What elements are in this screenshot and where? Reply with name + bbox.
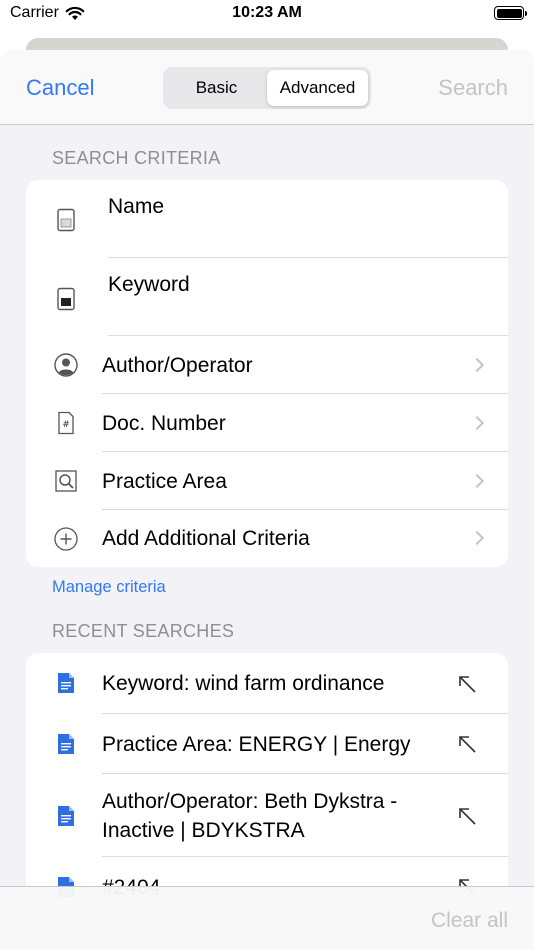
- search-button[interactable]: Search: [438, 75, 508, 101]
- recent-searches-header: RECENT SEARCHES: [52, 621, 235, 641]
- row-doc-number[interactable]: # Doc. Number: [26, 394, 508, 452]
- number-document-icon: #: [54, 411, 78, 435]
- bottom-toolbar: Clear all: [0, 886, 534, 950]
- person-circle-icon: [54, 353, 78, 377]
- document-field-icon: [54, 208, 78, 232]
- row-author-operator[interactable]: Author/Operator: [26, 336, 508, 394]
- name-field-label: Name: [108, 195, 165, 218]
- recent-search-text: Author/Operator: Beth Dykstra -: [102, 790, 398, 813]
- practice-area-label: Practice Area: [102, 470, 227, 493]
- recent-search-item[interactable]: Author/Operator: Beth Dykstra - Inactive…: [26, 774, 508, 857]
- document-icon: [54, 732, 78, 756]
- arrow-up-left-icon[interactable]: [456, 805, 478, 827]
- search-criteria-header: SEARCH CRITERIA: [52, 148, 221, 168]
- document-icon: [54, 804, 78, 828]
- segment-basic[interactable]: Basic: [166, 70, 267, 106]
- status-time: 10:23 AM: [232, 4, 302, 21]
- chevron-right-icon: [469, 415, 485, 431]
- plus-circle-icon: [54, 527, 78, 551]
- doc-number-label: Doc. Number: [102, 412, 226, 435]
- search-sheet: Cancel Basic Advanced Search SEARCH CRIT…: [0, 50, 534, 950]
- chevron-right-icon: [469, 530, 485, 546]
- cancel-button[interactable]: Cancel: [26, 75, 94, 101]
- arrow-up-left-icon[interactable]: [456, 673, 478, 695]
- document-icon: [54, 671, 78, 695]
- clear-all-button[interactable]: Clear all: [431, 909, 508, 933]
- segment-advanced[interactable]: Advanced: [267, 70, 368, 106]
- recent-search-text-line2: Inactive | BDYKSTRA: [102, 819, 305, 842]
- row-add-additional-criteria[interactable]: Add Additional Criteria: [26, 510, 508, 567]
- row-practice-area[interactable]: Practice Area: [26, 452, 508, 510]
- status-bar: Carrier 10:23 AM: [0, 0, 534, 30]
- recent-search-text: Keyword: wind farm ordinance: [102, 672, 385, 695]
- manage-criteria-link[interactable]: Manage criteria: [52, 578, 166, 597]
- name-field[interactable]: Name: [26, 180, 508, 258]
- keyword-field[interactable]: Keyword: [26, 258, 508, 336]
- add-additional-criteria-label: Add Additional Criteria: [102, 527, 310, 550]
- recent-search-text: Practice Area: ENERGY | Energy: [102, 733, 411, 756]
- chevron-right-icon: [469, 473, 485, 489]
- chevron-right-icon: [469, 357, 485, 373]
- author-operator-label: Author/Operator: [102, 354, 253, 377]
- battery-icon: [494, 6, 527, 20]
- recent-search-item[interactable]: Keyword: wind farm ordinance: [26, 653, 508, 714]
- svg-text:#: #: [62, 420, 70, 430]
- keyword-field-label: Keyword: [108, 273, 190, 296]
- search-mode-segmented-control: Basic Advanced: [163, 67, 371, 109]
- document-filled-icon: [54, 287, 78, 311]
- arrow-up-left-icon[interactable]: [456, 733, 478, 755]
- recent-search-item[interactable]: Practice Area: ENERGY | Energy: [26, 714, 508, 774]
- criteria-card: Name Keyword Author/Operator # Doc. Numb…: [26, 180, 508, 567]
- nav-bar: Cancel Basic Advanced Search: [0, 50, 534, 125]
- magnifier-document-icon: [54, 469, 78, 493]
